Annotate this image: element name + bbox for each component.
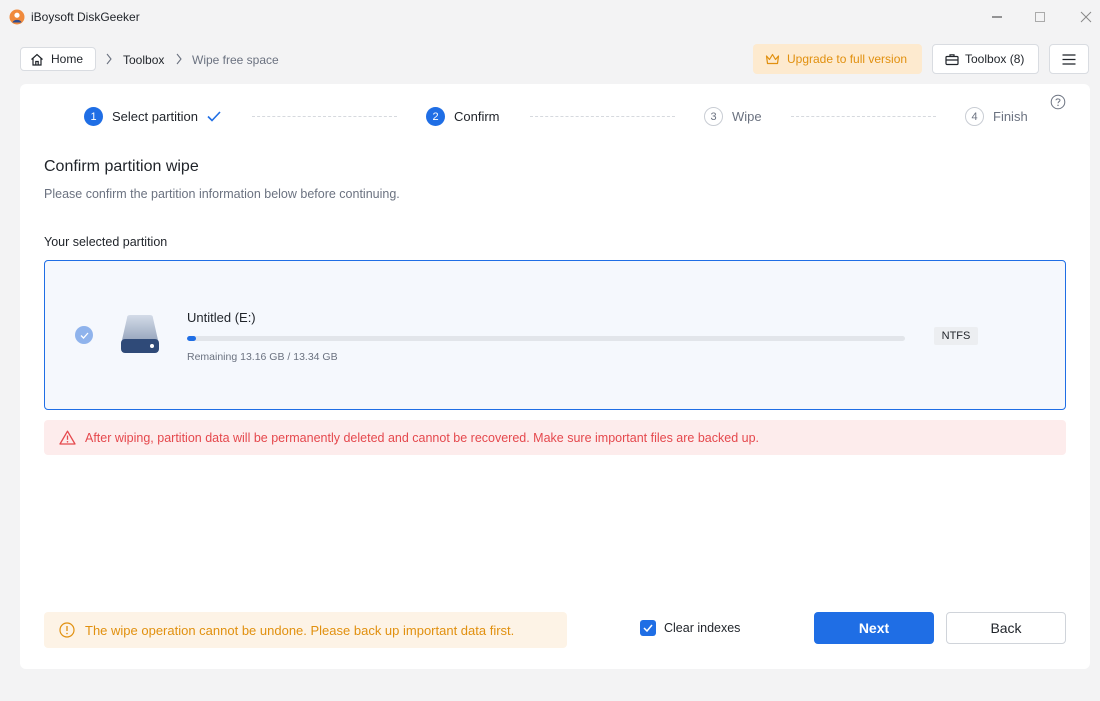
irreversible-note: The wipe operation cannot be undone. Ple… xyxy=(44,612,567,648)
step-label: Select partition xyxy=(112,109,198,124)
irreversible-note-text: The wipe operation cannot be undone. Ple… xyxy=(85,622,515,638)
section-label: Your selected partition xyxy=(44,235,168,249)
minimize-button[interactable] xyxy=(986,6,1008,28)
close-button[interactable] xyxy=(1075,6,1097,28)
toolbox-button[interactable]: Toolbox (8) xyxy=(932,44,1039,74)
app-title: iBoysoft DiskGeeker xyxy=(31,10,140,24)
app-logo-icon xyxy=(9,9,25,25)
step-finish: 4 Finish xyxy=(965,107,1028,126)
step-divider xyxy=(530,116,675,117)
checkmark-icon xyxy=(80,332,88,339)
crown-icon xyxy=(765,53,780,64)
home-button[interactable]: Home xyxy=(20,47,96,71)
checkmark-icon xyxy=(207,111,221,122)
drive-icon xyxy=(121,315,159,353)
step-label: Wipe xyxy=(732,109,762,124)
minimize-icon xyxy=(992,16,1002,18)
partition-name: Untitled (E:) xyxy=(187,310,256,325)
step-label: Finish xyxy=(993,109,1028,124)
partition-selected-indicator[interactable] xyxy=(75,326,93,344)
warning-triangle-icon xyxy=(59,430,76,445)
clear-indexes-label: Clear indexes xyxy=(664,621,741,635)
step-divider xyxy=(252,116,397,117)
step-number: 1 xyxy=(84,107,103,126)
step-select-partition: 1 Select partition xyxy=(84,107,221,126)
home-label: Home xyxy=(51,52,84,66)
step-label: Confirm xyxy=(454,109,500,124)
warning-text: After wiping, partition data will be per… xyxy=(85,430,759,445)
chevron-right-icon xyxy=(106,53,112,65)
filesystem-badge: NTFS xyxy=(934,327,978,345)
step-number: 3 xyxy=(704,107,723,126)
toolbox-icon xyxy=(945,53,959,65)
step-number: 2 xyxy=(426,107,445,126)
toolbox-label: Toolbox (8) xyxy=(965,52,1025,66)
partition-usage-fill xyxy=(187,336,197,341)
info-circle-icon xyxy=(59,622,75,638)
maximize-button[interactable] xyxy=(1029,6,1051,28)
upgrade-label: Upgrade to full version xyxy=(787,52,908,66)
partition-usage-bar xyxy=(187,336,905,341)
back-button[interactable]: Back xyxy=(946,612,1066,644)
clear-indexes-option[interactable]: Clear indexes xyxy=(640,620,740,636)
step-divider xyxy=(791,116,936,117)
step-wipe: 3 Wipe xyxy=(704,107,762,126)
step-number: 4 xyxy=(965,107,984,126)
partition-remaining: Remaining 13.16 GB / 13.34 GB xyxy=(187,351,338,363)
maximize-icon xyxy=(1035,12,1045,22)
clear-indexes-checkbox[interactable] xyxy=(640,620,656,636)
step-confirm: 2 Confirm xyxy=(426,107,500,126)
help-icon[interactable] xyxy=(1050,94,1066,110)
page-title: Confirm partition wipe xyxy=(44,158,199,175)
partition-card[interactable] xyxy=(44,260,1066,410)
upgrade-button[interactable]: Upgrade to full version xyxy=(753,44,922,74)
chevron-right-icon xyxy=(176,53,182,65)
next-button[interactable]: Next xyxy=(814,612,934,644)
close-icon xyxy=(1080,11,1092,23)
breadcrumb-current: Wipe free space xyxy=(192,53,279,67)
checkmark-icon xyxy=(643,624,653,632)
breadcrumb-toolbox[interactable]: Toolbox xyxy=(123,53,164,67)
home-icon xyxy=(31,53,43,66)
title-bar: iBoysoft DiskGeeker xyxy=(0,0,1100,34)
data-loss-warning: After wiping, partition data will be per… xyxy=(44,420,1066,455)
page-subtitle: Please confirm the partition information… xyxy=(44,187,400,201)
hamburger-menu-icon xyxy=(1062,53,1076,65)
menu-button[interactable] xyxy=(1049,44,1089,74)
